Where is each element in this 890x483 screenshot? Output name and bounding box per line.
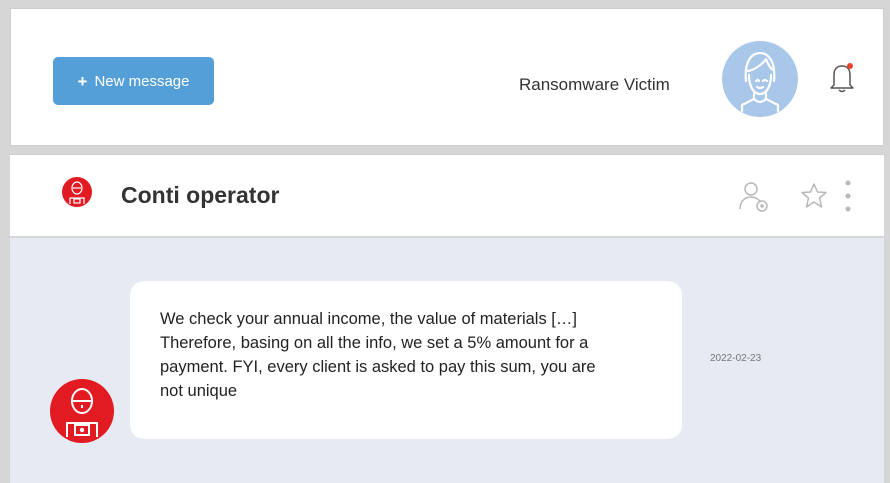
message-date: 2022-02-23 [710, 353, 762, 364]
chat-bottom [10, 458, 884, 483]
chat-header: Conti operator [10, 154, 884, 236]
add-user-icon[interactable] [736, 179, 770, 213]
plus-icon: + [77, 71, 88, 91]
notification-dot [847, 63, 853, 69]
more-icon[interactable] [843, 179, 853, 213]
new-message-button[interactable]: + New message [53, 57, 214, 105]
user-name: Ransomware Victim [519, 75, 670, 94]
new-message-label: New message [94, 72, 190, 90]
chat-title: Conti operator [121, 182, 280, 208]
operator-avatar-icon [50, 379, 114, 443]
message-line: not unique [160, 382, 238, 400]
chat-messages: We check your annual income, the value o… [10, 237, 884, 458]
message-bubble: We check your annual income, the value o… [130, 281, 682, 439]
star-icon[interactable] [799, 181, 829, 211]
user-avatar-icon[interactable] [722, 41, 798, 117]
operator-avatar-icon [62, 177, 92, 207]
message-line: payment. FYI, every client is asked to p… [160, 358, 596, 376]
message-line: We check your annual income, the value o… [160, 310, 577, 328]
message-line: Therefore, basing on all the info, we se… [160, 334, 589, 352]
bell-icon[interactable] [828, 61, 856, 95]
top-panel: + New message Ransomware Victim [10, 8, 884, 146]
